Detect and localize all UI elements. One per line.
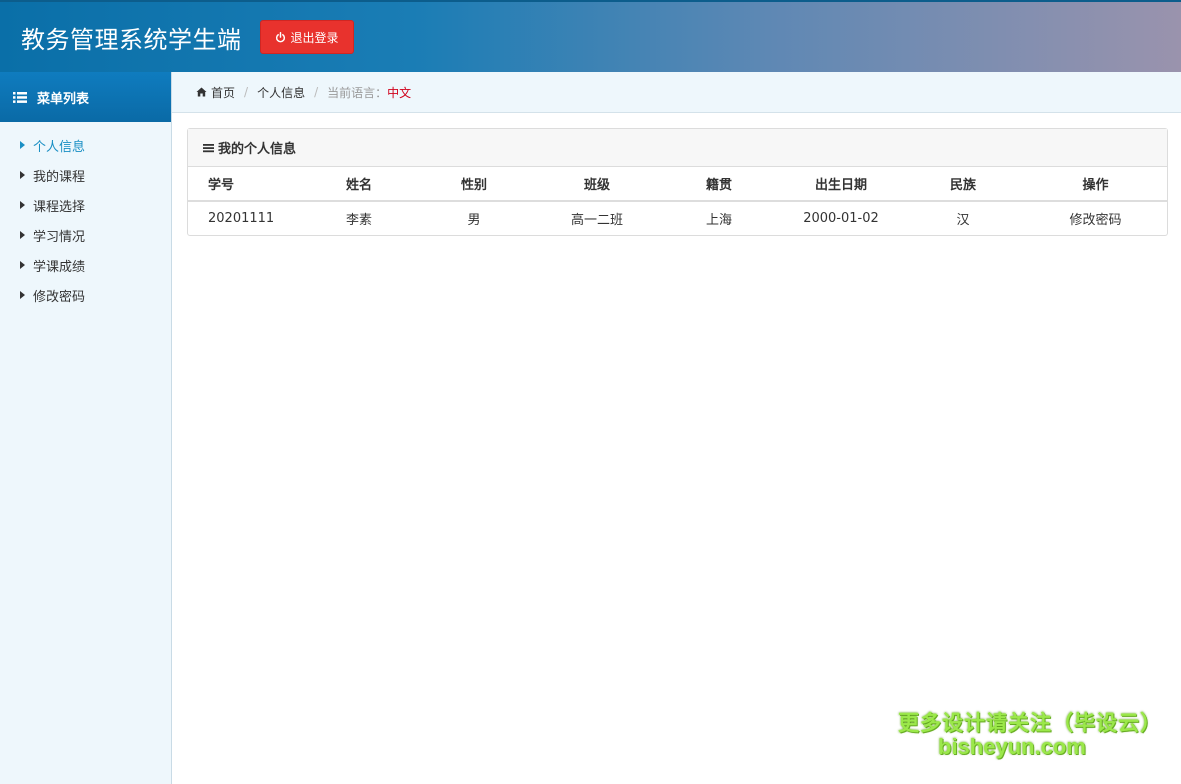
sidebar-item-my-courses[interactable]: 我的课程 — [0, 160, 171, 190]
bars-icon — [203, 143, 214, 152]
logout-button[interactable]: 退出登录 — [260, 20, 354, 54]
watermark-text: 更多设计请关注（毕设云） — [898, 711, 1162, 735]
personal-info-panel: 我的个人信息 学号 姓名 性别 班级 籍贯 出生日期 民族 操作 2020111… — [187, 128, 1168, 236]
sidebar-item-label: 个人信息 — [33, 139, 86, 155]
breadcrumb-current[interactable]: 个人信息 — [257, 84, 305, 101]
breadcrumb-separator: / — [244, 85, 249, 99]
caret-right-icon — [20, 141, 25, 149]
cell-native-place: 上海 — [705, 213, 732, 228]
column-header: 学号 — [188, 167, 328, 202]
caret-right-icon — [20, 231, 25, 239]
sidebar-item-study-status[interactable]: 学习情况 — [0, 220, 171, 250]
list-icon — [13, 91, 27, 103]
change-password-link[interactable]: 修改密码 — [1024, 201, 1167, 235]
column-header: 出生日期 — [780, 167, 902, 202]
sidebar-item-label: 课程选择 — [33, 199, 86, 215]
breadcrumb: 首页 / 个人信息 / 当前语言： 中文 — [172, 72, 1181, 113]
cell-gender: 男 — [467, 213, 481, 228]
watermark-url: bisheyun.com — [938, 734, 1086, 759]
breadcrumb-home-label: 首页 — [211, 85, 236, 100]
home-icon — [196, 87, 207, 97]
breadcrumb-home[interactable]: 首页 — [196, 84, 235, 101]
top-header: 教务管理系统学生端 退出登录 — [0, 0, 1181, 72]
logout-label: 退出登录 — [290, 30, 339, 45]
caret-right-icon — [20, 201, 25, 209]
column-header: 性别 — [412, 167, 536, 202]
sidebar-item-label: 学习情况 — [33, 229, 86, 245]
column-header: 籍贯 — [658, 167, 780, 202]
cell-student-id: 20201111 — [208, 211, 275, 226]
cell-class: 高一二班 — [570, 213, 623, 228]
power-icon — [276, 31, 286, 42]
cell-ethnicity: 汉 — [956, 213, 970, 228]
cell-name: 李素 — [346, 213, 373, 228]
column-header: 民族 — [902, 167, 1024, 202]
column-header: 姓名 — [328, 167, 412, 202]
sidebar-item-personal-info[interactable]: 个人信息 — [0, 130, 171, 160]
sidebar-item-course-selection[interactable]: 课程选择 — [0, 190, 171, 220]
table-header-row: 学号 姓名 性别 班级 籍贯 出生日期 民族 操作 — [188, 167, 1167, 202]
breadcrumb-separator: / — [314, 85, 319, 99]
language-label: 当前语言： — [327, 85, 388, 100]
cell-birth-date: 2000-01-02 — [803, 211, 879, 226]
panel-title: 我的个人信息 — [218, 142, 297, 157]
sidebar-item-grades[interactable]: 学课成绩 — [0, 250, 171, 280]
personal-info-table: 学号 姓名 性别 班级 籍贯 出生日期 民族 操作 20201111 李素 男 … — [188, 167, 1167, 235]
sidebar-heading-label: 菜单列表 — [37, 91, 90, 107]
sidebar-item-label: 修改密码 — [33, 289, 86, 305]
sidebar-heading: 菜单列表 — [0, 72, 171, 122]
column-header: 班级 — [536, 167, 658, 202]
caret-right-icon — [20, 291, 25, 299]
language-value: 中文 — [387, 85, 412, 100]
sidebar-menu: 个人信息 我的课程 课程选择 学习情况 学课成绩 修改密码 — [0, 122, 171, 310]
caret-right-icon — [20, 171, 25, 179]
sidebar-item-label: 我的课程 — [33, 169, 86, 185]
caret-right-icon — [20, 261, 25, 269]
table-row: 20201111 李素 男 高一二班 上海 2000-01-02 汉 修改密码 — [188, 201, 1167, 235]
sidebar: 菜单列表 个人信息 我的课程 课程选择 学习情况 学课成绩 修改密码 — [0, 72, 172, 784]
sidebar-item-label: 学课成绩 — [33, 259, 86, 275]
app-title: 教务管理系统学生端 — [21, 26, 242, 54]
column-header: 操作 — [1024, 167, 1167, 202]
panel-heading: 我的个人信息 — [188, 129, 1167, 167]
sidebar-item-change-password[interactable]: 修改密码 — [0, 280, 171, 310]
